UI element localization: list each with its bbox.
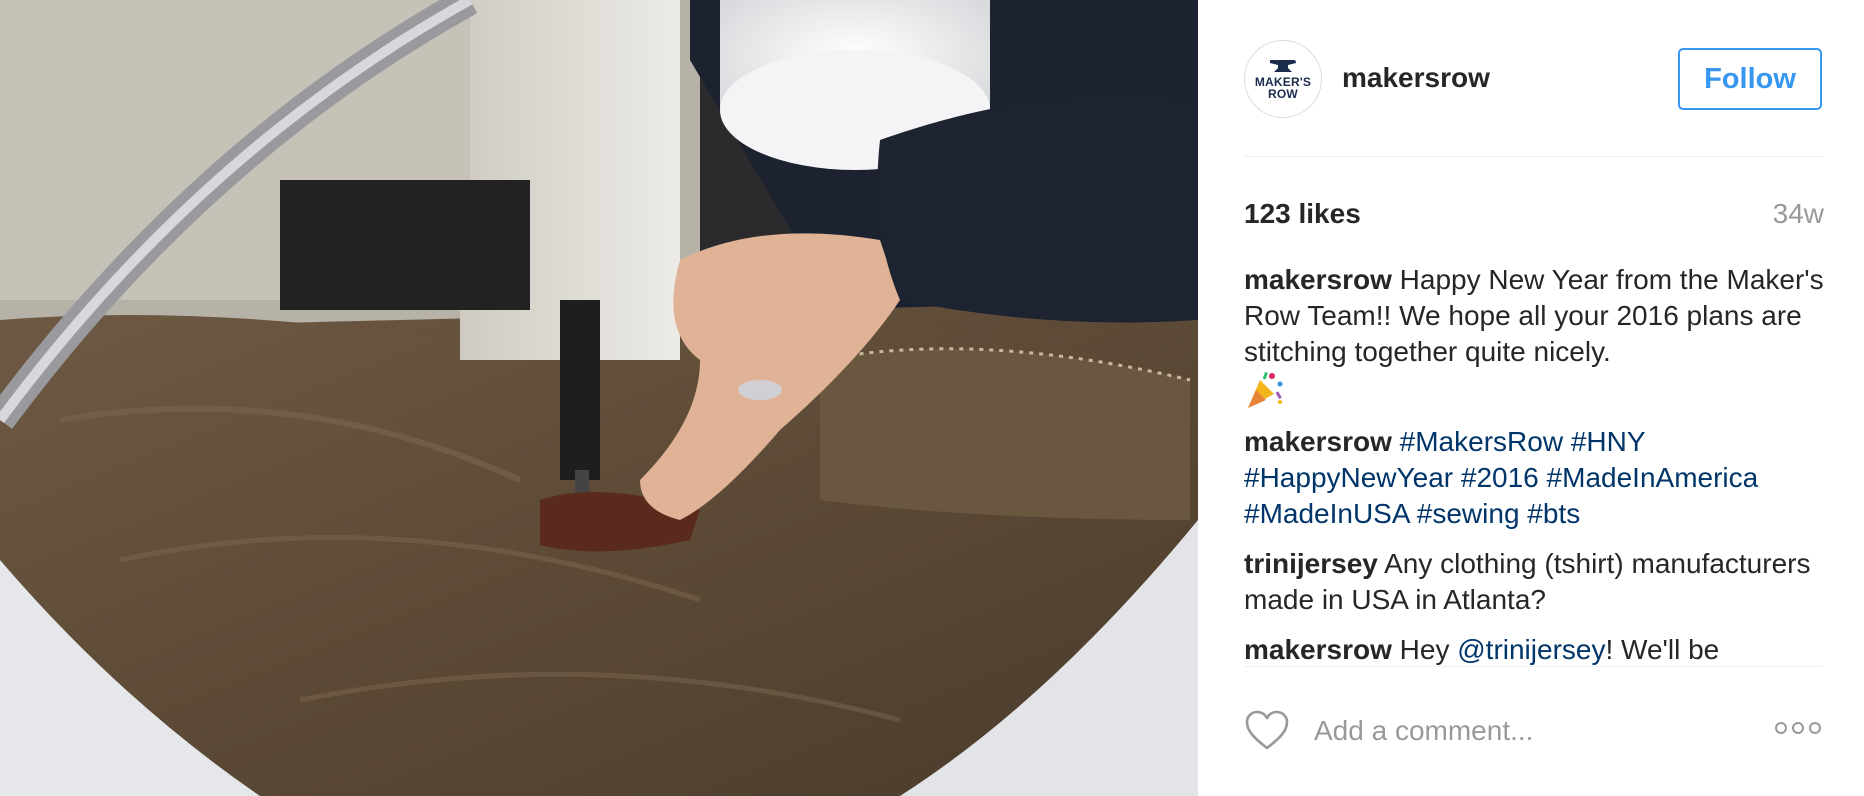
username-link[interactable]: makersrow bbox=[1342, 62, 1490, 94]
heart-icon[interactable] bbox=[1244, 709, 1290, 751]
add-comment-input[interactable] bbox=[1312, 710, 1756, 752]
post-photo[interactable] bbox=[0, 0, 1198, 796]
footer-divider bbox=[1244, 666, 1822, 667]
comment-author[interactable]: trinijersey bbox=[1244, 548, 1378, 579]
comment-author[interactable]: makersrow bbox=[1244, 634, 1392, 665]
comment-author[interactable]: makersrow bbox=[1244, 426, 1392, 457]
anvil-icon bbox=[1270, 60, 1296, 72]
hashtag-link[interactable]: #sewing bbox=[1417, 498, 1520, 529]
follow-button[interactable]: Follow bbox=[1678, 48, 1822, 110]
likes-count[interactable]: 123 likes bbox=[1244, 198, 1361, 230]
avatar[interactable]: MAKER'S ROW bbox=[1244, 40, 1322, 118]
comment-item: makersrow Hey @trinijersey! We'll be bbox=[1244, 632, 1824, 666]
post-header: MAKER'S ROW makersrow Follow bbox=[1244, 40, 1822, 120]
hashtag-link[interactable]: #HNY bbox=[1571, 426, 1645, 457]
comment-text: ! We'll be bbox=[1605, 634, 1720, 665]
hashtag-link[interactable]: #MadeInUSA bbox=[1244, 498, 1409, 529]
avatar-logo-text-2: ROW bbox=[1268, 87, 1298, 101]
mention-link[interactable]: @trinijersey bbox=[1457, 634, 1605, 665]
post-timestamp[interactable]: 34w bbox=[1773, 198, 1824, 230]
party-popper-icon bbox=[1248, 371, 1283, 408]
hashtag-link[interactable]: #bts bbox=[1527, 498, 1580, 529]
comment-footer bbox=[1244, 706, 1822, 756]
comment-hashtags: makersrow #MakersRow #HNY #HappyNewYear … bbox=[1244, 424, 1824, 532]
post-details-panel: MAKER'S ROW makersrow Follow 123 likes 3… bbox=[1198, 0, 1864, 796]
comment-caption: makersrow Happy New Year from the Maker'… bbox=[1244, 262, 1824, 410]
comment-author[interactable]: makersrow bbox=[1244, 264, 1392, 295]
hashtag-link[interactable]: #2016 bbox=[1461, 462, 1539, 493]
hashtag-link[interactable]: #MadeInAmerica bbox=[1547, 462, 1759, 493]
hashtag-link[interactable]: #MakersRow bbox=[1400, 426, 1563, 457]
comment-text: Hey bbox=[1399, 634, 1450, 665]
comment-item: trinijersey Any clothing (tshirt) manufa… bbox=[1244, 546, 1824, 618]
more-options-icon[interactable] bbox=[1774, 718, 1822, 738]
post-photo-illustration bbox=[0, 0, 1198, 796]
header-divider bbox=[1244, 156, 1822, 157]
comments-list[interactable]: makersrow Happy New Year from the Maker'… bbox=[1244, 262, 1824, 666]
hashtag-link[interactable]: #HappyNewYear bbox=[1244, 462, 1453, 493]
